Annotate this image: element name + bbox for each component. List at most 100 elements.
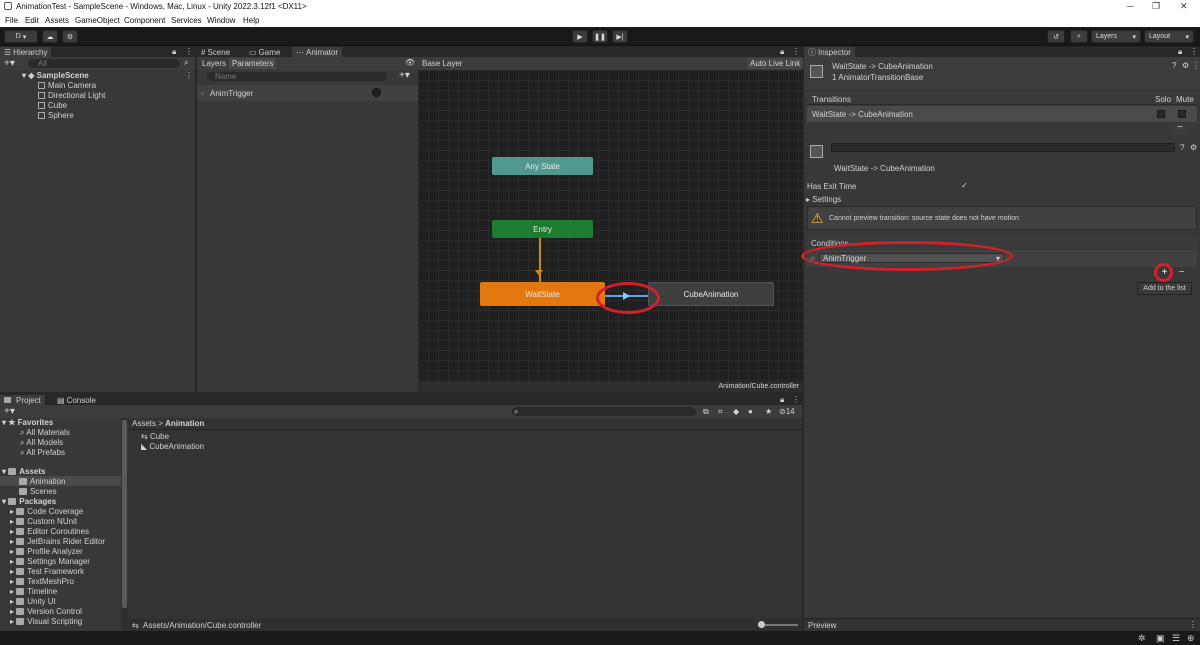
- minimize-icon[interactable]: ─: [1127, 1, 1133, 11]
- package-item[interactable]: ▸ Custom NUnit: [10, 517, 77, 526]
- play-button[interactable]: ▶: [572, 30, 588, 43]
- network-icon[interactable]: ⊕: [1187, 633, 1195, 644]
- transition-name-field[interactable]: [831, 143, 1175, 152]
- package-item[interactable]: ▸ Editor Coroutines: [10, 527, 89, 536]
- packages-row[interactable]: ▾ Packages: [2, 497, 56, 506]
- kebab-menu-icon[interactable]: ⋮: [1190, 47, 1198, 56]
- favorites-row[interactable]: ▾ ★ Favorites: [2, 418, 53, 427]
- tab-inspector[interactable]: ⓘ Inspector: [804, 47, 855, 57]
- preview-bar[interactable]: Preview ⋮: [804, 618, 1200, 631]
- any-state-node[interactable]: Any State: [492, 157, 593, 175]
- history-icon[interactable]: ↺: [1047, 30, 1065, 43]
- tab-scene[interactable]: # Scene: [197, 47, 234, 57]
- hierarchy-item-cube[interactable]: Cube: [38, 101, 67, 110]
- scrollbar-thumb[interactable]: [122, 420, 127, 608]
- menu-file[interactable]: File: [5, 16, 18, 25]
- hierarchy-item-sphere[interactable]: Sphere: [38, 111, 74, 120]
- menu-edit[interactable]: Edit: [25, 16, 39, 25]
- lock-icon[interactable]: 🔒︎: [780, 395, 784, 405]
- bug-icon[interactable]: ✲: [1138, 633, 1146, 644]
- create-icon[interactable]: +▾: [4, 406, 15, 417]
- menu-services[interactable]: Services: [171, 16, 202, 25]
- package-item[interactable]: ▸ Test Framework: [10, 567, 84, 576]
- layout-dropdown[interactable]: Layout ▾: [1144, 30, 1194, 43]
- lock-icon[interactable]: 🔒︎: [172, 47, 176, 57]
- notification-icon[interactable]: ☰: [1172, 633, 1180, 644]
- package-item[interactable]: ▸ Visual Scripting: [10, 617, 82, 626]
- tag-icon[interactable]: ◆: [733, 407, 739, 416]
- asset-item-cube-animation[interactable]: ◣ CubeAnimation: [141, 442, 204, 451]
- account-button[interactable]: D ▾: [4, 30, 38, 43]
- remove-condition-button[interactable]: −: [1176, 268, 1187, 279]
- project-search-input[interactable]: ⌕: [512, 407, 696, 416]
- solo-checkbox[interactable]: [1157, 110, 1165, 118]
- search-by-label-icon[interactable]: ⌗: [718, 407, 723, 417]
- tree-scrollbar[interactable]: [121, 418, 128, 631]
- kebab-menu-icon[interactable]: ⋮: [1189, 620, 1197, 629]
- add-parameter-icon[interactable]: +▾: [399, 70, 410, 81]
- favorite-item[interactable]: ⌕ All Prefabs: [20, 448, 65, 458]
- hierarchy-item-main-camera[interactable]: Main Camera: [38, 81, 96, 90]
- tab-game[interactable]: ▭ Game: [245, 47, 284, 57]
- kebab-menu-icon[interactable]: ⋮: [1192, 61, 1200, 70]
- transition-list-row[interactable]: WaitState -> CubeAnimation: [807, 106, 1197, 122]
- package-item[interactable]: ▸ Code Coverage: [10, 507, 83, 516]
- asset-item-cube-controller[interactable]: ⇆ Cube: [141, 432, 169, 441]
- layers-tab[interactable]: Layers: [202, 59, 226, 68]
- lock-icon[interactable]: 🔒︎: [780, 47, 784, 57]
- tab-animator[interactable]: ⋯ Animator: [292, 47, 343, 57]
- entry-node[interactable]: Entry: [492, 220, 593, 238]
- kebab-menu-icon[interactable]: ⋮: [792, 47, 800, 56]
- hierarchy-search-input[interactable]: All: [28, 59, 180, 68]
- wait-state-node[interactable]: WaitState: [480, 282, 605, 306]
- search-icon[interactable]: ⌕: [1070, 30, 1088, 43]
- settings-icon[interactable]: ⚙: [1190, 143, 1197, 152]
- favorite-item[interactable]: ⌕ All Materials: [20, 428, 70, 438]
- remove-transition-button[interactable]: −: [1170, 123, 1190, 134]
- parameter-search-input[interactable]: Name: [207, 72, 387, 81]
- assets-row[interactable]: ▾ Assets: [2, 467, 46, 476]
- package-item[interactable]: ▸ Unity UI: [10, 597, 56, 606]
- help-icon[interactable]: ?: [1172, 61, 1176, 70]
- package-item[interactable]: ▸ Profile Analyzer: [10, 547, 83, 556]
- lock-icon[interactable]: 🔒︎: [1178, 47, 1182, 57]
- menu-gameobject[interactable]: GameObject: [75, 16, 120, 25]
- filter-icon[interactable]: ⌕: [184, 58, 188, 68]
- cloud-icon[interactable]: ☁: [42, 30, 58, 43]
- package-item[interactable]: ▸ Timeline: [10, 587, 57, 596]
- add-icon[interactable]: +▾: [4, 58, 15, 69]
- tab-hierarchy[interactable]: ☰ Hierarchy: [0, 47, 52, 57]
- package-item[interactable]: ▸ TextMeshPro: [10, 577, 74, 586]
- progress-icon[interactable]: ▣: [1156, 633, 1165, 644]
- cube-animation-node[interactable]: CubeAnimation: [648, 282, 774, 306]
- kebab-menu-icon[interactable]: ⋮: [185, 47, 193, 56]
- scene-menu-icon[interactable]: ⋮: [185, 71, 193, 80]
- parameters-tab[interactable]: Parameters: [229, 58, 277, 69]
- log-icon[interactable]: ●: [748, 407, 753, 416]
- menu-assets[interactable]: Assets: [45, 16, 69, 25]
- trigger-radio[interactable]: [372, 88, 381, 97]
- maximize-icon[interactable]: ❐: [1152, 1, 1160, 12]
- package-item[interactable]: ▸ Settings Manager: [10, 557, 90, 566]
- mute-checkbox[interactable]: [1178, 110, 1186, 118]
- package-item[interactable]: ▸ JetBrains Rider Editor: [10, 537, 105, 546]
- search-by-type-icon[interactable]: ⧉: [703, 407, 709, 417]
- layers-dropdown[interactable]: Layers ▾: [1091, 30, 1141, 43]
- breadcrumb[interactable]: Base Layer: [422, 59, 462, 68]
- collab-icon[interactable]: ⚙: [62, 30, 78, 43]
- tab-project[interactable]: Project: [0, 395, 45, 405]
- hidden-packages-toggle[interactable]: ⊘14: [779, 407, 795, 416]
- drag-handle-icon[interactable]: =: [200, 89, 205, 98]
- slider-handle[interactable]: [758, 621, 765, 628]
- help-icon[interactable]: ?: [1180, 143, 1184, 152]
- menu-window[interactable]: Window: [207, 16, 235, 25]
- has-exit-time-checkbox[interactable]: ✓: [961, 181, 968, 190]
- favorite-item[interactable]: ⌕ All Models: [20, 438, 63, 448]
- pause-button[interactable]: ❚❚: [592, 30, 608, 43]
- close-icon[interactable]: ✕: [1180, 1, 1188, 12]
- package-item[interactable]: ▸ Version Control: [10, 607, 82, 616]
- settings-foldout[interactable]: ▸ Settings: [806, 195, 841, 204]
- auto-live-link-button[interactable]: Auto Live Link: [747, 58, 804, 69]
- kebab-menu-icon[interactable]: ⋮: [792, 395, 800, 404]
- folder-item-scenes[interactable]: Scenes: [19, 487, 57, 496]
